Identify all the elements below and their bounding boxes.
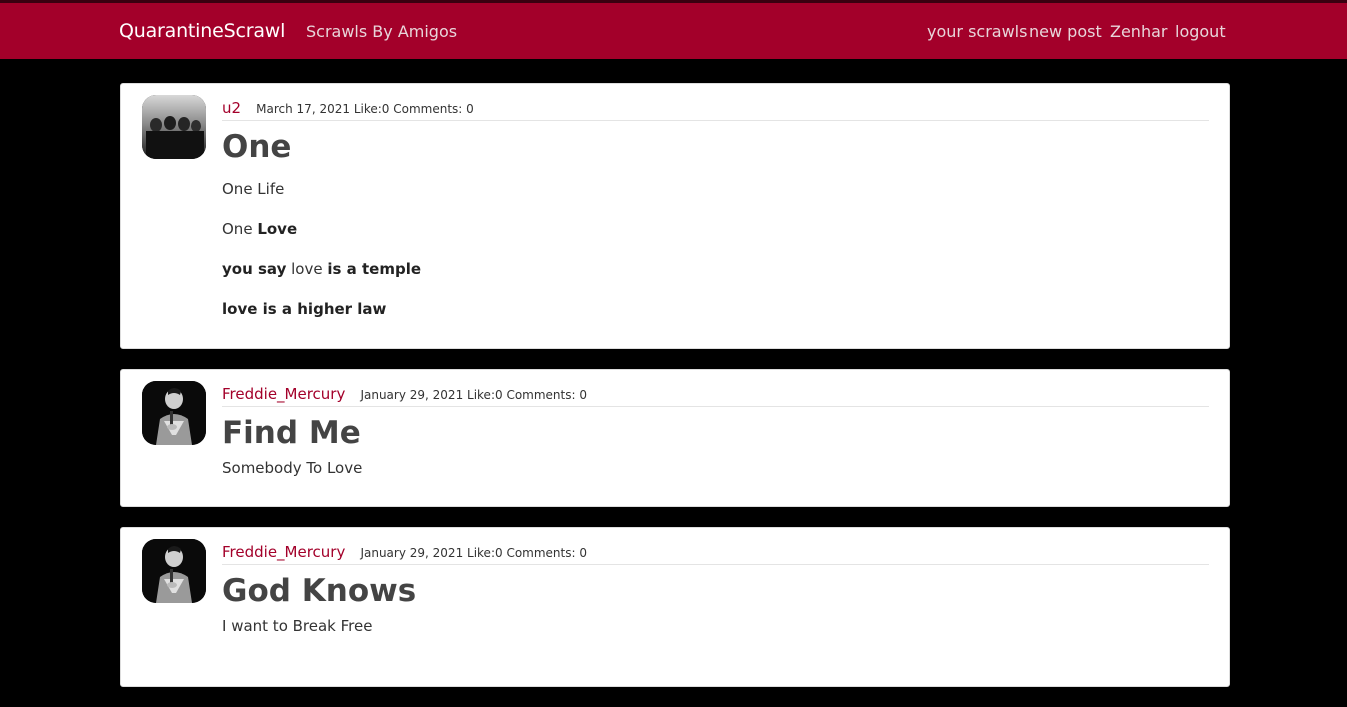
- post-meta: Freddie_Mercury January 29, 2021 Like:0 …: [222, 384, 1209, 407]
- post-card: u2 March 17, 2021 Like:0 Comments: 0 One…: [120, 83, 1230, 349]
- post-title: Find Me: [222, 415, 361, 451]
- post-line-bold: you say: [222, 260, 287, 278]
- post-line-text: One Life: [222, 180, 285, 198]
- post-title: God Knows: [222, 573, 417, 609]
- post-body: u2 March 17, 2021 Like:0 Comments: 0 One…: [222, 98, 1209, 338]
- post-line-text: One: [222, 220, 258, 238]
- post-date: January 29, 2021: [360, 388, 468, 402]
- post-body: Freddie_Mercury January 29, 2021 Like:0 …: [222, 384, 1209, 479]
- band-photo-icon: [142, 95, 206, 159]
- post-line-text: love: [286, 260, 328, 278]
- post-line: you say love is a temple: [222, 258, 1209, 280]
- post-meta: Freddie_Mercury January 29, 2021 Like:0 …: [222, 542, 1209, 565]
- post-author-link[interactable]: Freddie_Mercury: [222, 385, 345, 403]
- post-line-bold: Love: [257, 220, 298, 238]
- post-body: Freddie_Mercury January 29, 2021 Like:0 …: [222, 542, 1209, 637]
- nav-logout[interactable]: logout: [1175, 22, 1226, 41]
- brand-link[interactable]: QuarantineScrawl: [119, 20, 285, 42]
- post-feed: u2 March 17, 2021 Like:0 Comments: 0 One…: [120, 83, 1230, 707]
- post-line-bold: is a temple: [327, 260, 422, 278]
- nav-your-scrawls[interactable]: your scrawls: [927, 22, 1027, 41]
- singer-photo-icon: [142, 381, 206, 445]
- post-comments[interactable]: Comments: 0: [506, 388, 587, 402]
- post-line: love is a higher law: [222, 298, 1209, 320]
- navbar: QuarantineScrawl Scrawls By Amigos your …: [0, 3, 1347, 59]
- post-content: Somebody To Love: [222, 457, 1209, 479]
- singer-photo-icon: [142, 539, 206, 603]
- post-text: Somebody To Love: [222, 459, 363, 477]
- post-line: One Love: [222, 218, 1209, 240]
- post-card: Freddie_Mercury January 29, 2021 Like:0 …: [120, 527, 1230, 687]
- post-line-bold: love is a higher law: [222, 300, 387, 318]
- post-comments[interactable]: Comments: 0: [393, 102, 474, 116]
- post-content: One Life One Love you say love is a temp…: [222, 178, 1209, 320]
- post-likes[interactable]: Like:0: [467, 546, 506, 560]
- avatar[interactable]: [142, 381, 206, 445]
- nav-scrawls-by-amigos[interactable]: Scrawls By Amigos: [306, 22, 457, 41]
- post-title: One: [222, 129, 292, 165]
- avatar[interactable]: [142, 539, 206, 603]
- post-date: March 17, 2021: [256, 102, 354, 116]
- post-likes[interactable]: Like:0: [467, 388, 506, 402]
- post-card: Freddie_Mercury January 29, 2021 Like:0 …: [120, 369, 1230, 507]
- post-content: I want to Break Free: [222, 615, 1209, 637]
- post-meta: u2 March 17, 2021 Like:0 Comments: 0: [222, 98, 1209, 121]
- avatar[interactable]: [142, 95, 206, 159]
- post-author-link[interactable]: Freddie_Mercury: [222, 543, 345, 561]
- post-author-link[interactable]: u2: [222, 99, 241, 117]
- nav-new-post[interactable]: new post: [1029, 22, 1102, 41]
- post-text: I want to Break Free: [222, 617, 373, 635]
- post-comments[interactable]: Comments: 0: [506, 546, 587, 560]
- post-likes[interactable]: Like:0: [354, 102, 393, 116]
- post-line: One Life: [222, 178, 1209, 200]
- nav-user-profile[interactable]: Zenhar: [1110, 22, 1167, 41]
- post-date: January 29, 2021: [360, 546, 468, 560]
